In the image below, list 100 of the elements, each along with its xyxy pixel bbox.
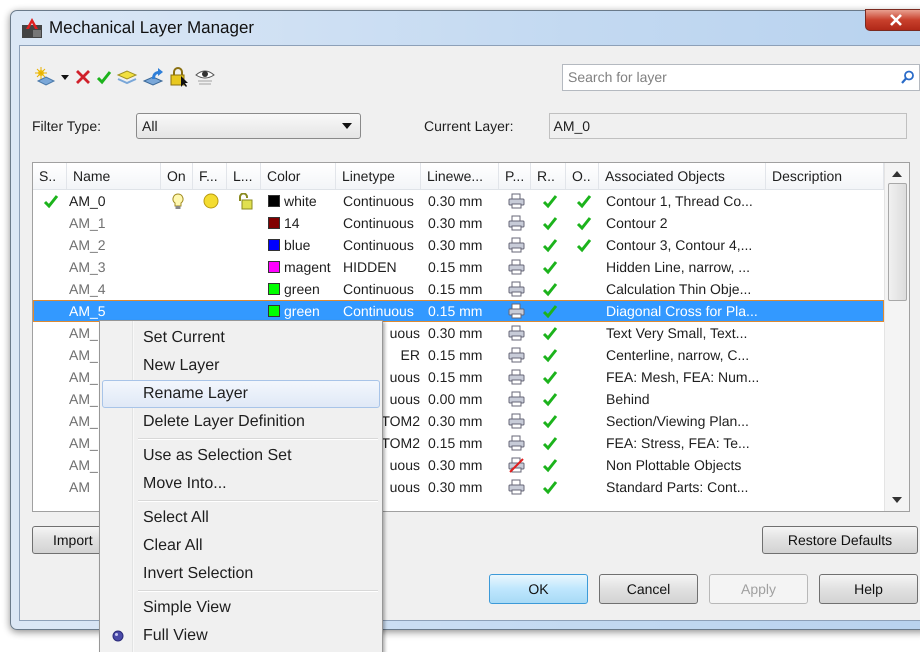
table-cell: 0.30 mm bbox=[428, 237, 482, 253]
new-layer-icon[interactable] bbox=[34, 67, 56, 87]
table-cell: Continuous bbox=[343, 303, 414, 319]
check-icon[interactable] bbox=[542, 215, 558, 231]
window-title: Mechanical Layer Manager bbox=[49, 18, 254, 38]
table-cell: blue bbox=[284, 237, 310, 253]
table-cell: TOM2 bbox=[381, 413, 420, 429]
table-cell: 14 bbox=[284, 215, 300, 231]
check-icon[interactable] bbox=[542, 457, 558, 473]
scroll-up-icon[interactable] bbox=[892, 171, 902, 177]
printer-icon[interactable] bbox=[508, 369, 524, 385]
table-cell: Behind bbox=[606, 391, 650, 407]
table-cell: AM_0 bbox=[69, 193, 106, 209]
table-cell: magent bbox=[284, 259, 331, 275]
layer-arrow-icon[interactable] bbox=[142, 67, 164, 87]
printer-icon[interactable] bbox=[508, 347, 524, 363]
check-icon[interactable] bbox=[542, 237, 558, 253]
check-icon[interactable] bbox=[542, 479, 558, 495]
printer-icon[interactable] bbox=[508, 281, 524, 297]
delete-icon[interactable] bbox=[74, 68, 92, 86]
column-header[interactable]: On bbox=[161, 163, 193, 189]
check-icon[interactable] bbox=[542, 193, 558, 209]
search-field[interactable]: Search for layer bbox=[562, 64, 920, 90]
column-header[interactable]: R.. bbox=[531, 163, 566, 189]
check-icon[interactable] bbox=[542, 369, 558, 385]
menu-item[interactable]: Move Into... bbox=[102, 470, 380, 498]
printer-icon[interactable] bbox=[508, 325, 524, 341]
check-icon[interactable] bbox=[96, 69, 112, 85]
filter-type-label: Filter Type: bbox=[32, 118, 102, 134]
scrollbar[interactable] bbox=[884, 163, 909, 511]
menu-item[interactable]: Rename Layer bbox=[102, 380, 380, 408]
column-header[interactable]: Linewe... bbox=[421, 163, 499, 189]
printer-icon[interactable] bbox=[508, 479, 524, 495]
check-icon[interactable] bbox=[542, 347, 558, 363]
table-cell: AM_ bbox=[69, 413, 98, 429]
dialog-button[interactable]: Help bbox=[819, 574, 918, 604]
lightbulb-icon[interactable] bbox=[172, 192, 184, 210]
check-icon[interactable] bbox=[542, 391, 558, 407]
printer-icon[interactable] bbox=[508, 457, 524, 473]
sun-icon[interactable] bbox=[202, 192, 220, 210]
table-cell: Contour 2 bbox=[606, 215, 668, 231]
column-header[interactable]: F... bbox=[193, 163, 227, 189]
check-icon[interactable] bbox=[542, 281, 558, 297]
check-icon[interactable] bbox=[542, 259, 558, 275]
table-cell: Centerline, narrow, C... bbox=[606, 347, 750, 363]
padlock-icon[interactable] bbox=[237, 192, 253, 210]
scroll-down-icon[interactable] bbox=[892, 497, 902, 503]
current-layer-label: Current Layer: bbox=[424, 118, 514, 134]
table-cell: 0.30 mm bbox=[428, 325, 482, 341]
table-cell: Section/Viewing Plan... bbox=[606, 413, 749, 429]
dialog-button[interactable]: OK bbox=[489, 574, 588, 604]
printer-icon[interactable] bbox=[508, 259, 524, 275]
menu-item[interactable]: Set Current bbox=[102, 324, 380, 352]
column-header[interactable]: L... bbox=[227, 163, 261, 189]
column-header[interactable]: Color bbox=[261, 163, 336, 189]
menu-item[interactable]: New Layer bbox=[102, 352, 380, 380]
table-cell: 0.30 mm bbox=[428, 215, 482, 231]
check-icon[interactable] bbox=[542, 435, 558, 451]
check-icon[interactable] bbox=[576, 193, 592, 209]
close-button[interactable] bbox=[865, 9, 920, 31]
column-header[interactable]: S.. bbox=[33, 163, 67, 189]
menu-item[interactable]: Invert Selection bbox=[102, 560, 380, 588]
dialog-button[interactable]: Cancel bbox=[599, 574, 698, 604]
column-header[interactable]: Associated Objects bbox=[599, 163, 766, 189]
table-cell: 0.00 mm bbox=[428, 391, 482, 407]
table-cell: Continuous bbox=[343, 215, 414, 231]
menu-item[interactable]: Full View bbox=[102, 622, 380, 650]
filter-type-dropdown[interactable]: All bbox=[136, 113, 361, 139]
lock-cursor-icon[interactable] bbox=[168, 67, 190, 87]
table-cell: uous bbox=[390, 325, 420, 341]
printer-icon[interactable] bbox=[508, 237, 524, 253]
printer-icon[interactable] bbox=[508, 435, 524, 451]
printer-icon[interactable] bbox=[508, 303, 524, 319]
table-cell: Contour 1, Thread Co... bbox=[606, 193, 753, 209]
table-cell: Diagonal Cross for Pla... bbox=[606, 303, 758, 319]
column-header[interactable]: O.. bbox=[566, 163, 599, 189]
column-header[interactable]: Linetype bbox=[336, 163, 421, 189]
printer-icon[interactable] bbox=[508, 193, 524, 209]
column-header[interactable]: P... bbox=[499, 163, 531, 189]
check-icon[interactable] bbox=[542, 325, 558, 341]
check-icon[interactable] bbox=[576, 237, 592, 253]
column-header[interactable]: Name bbox=[67, 163, 161, 189]
printer-icon[interactable] bbox=[508, 215, 524, 231]
table-cell: AM_ bbox=[69, 435, 98, 451]
printer-icon[interactable] bbox=[508, 391, 524, 407]
table-cell: uous bbox=[390, 457, 420, 473]
check-icon[interactable] bbox=[576, 215, 592, 231]
caret-icon bbox=[342, 123, 352, 129]
printer-icon[interactable] bbox=[508, 413, 524, 429]
table-cell: 0.30 mm bbox=[428, 457, 482, 473]
table-cell: AM_2 bbox=[69, 237, 106, 253]
table-cell: AM bbox=[69, 479, 90, 495]
menu-item[interactable]: Use as Selection Set bbox=[102, 442, 380, 470]
check-icon[interactable] bbox=[542, 413, 558, 429]
menu-item[interactable]: Delete Layer Definition bbox=[102, 408, 380, 436]
check-icon[interactable] bbox=[542, 303, 558, 319]
menu-item[interactable]: Simple View bbox=[102, 594, 380, 622]
table-cell: HIDDEN bbox=[343, 259, 397, 275]
restore-defaults-button[interactable]: Restore Defaults bbox=[762, 526, 918, 554]
scroll-thumb[interactable] bbox=[888, 183, 906, 301]
